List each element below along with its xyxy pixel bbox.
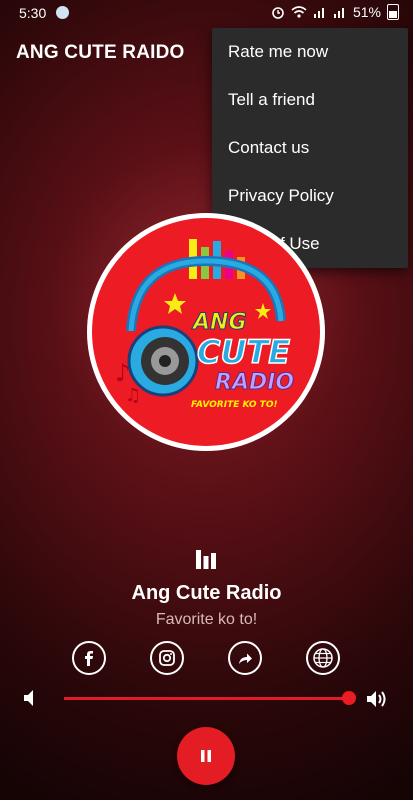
alarm-icon bbox=[272, 7, 284, 19]
globe-icon bbox=[313, 648, 333, 668]
wifi-icon bbox=[291, 6, 307, 18]
pause-button[interactable] bbox=[177, 727, 235, 785]
logo-text-radio: RADIO bbox=[215, 370, 294, 395]
signal-icon-2 bbox=[333, 8, 344, 18]
instagram-button[interactable] bbox=[150, 641, 184, 675]
pause-icon bbox=[201, 750, 211, 762]
battery-icon bbox=[387, 4, 399, 20]
logo-text-ang: ANG bbox=[191, 310, 247, 335]
share-button[interactable] bbox=[228, 641, 262, 675]
website-button[interactable] bbox=[306, 641, 340, 675]
notification-app-icon bbox=[56, 6, 69, 19]
signal-icon bbox=[313, 8, 324, 18]
facebook-button[interactable] bbox=[72, 641, 106, 675]
app-title: ANG CUTE RAIDO bbox=[16, 42, 185, 63]
station-logo: ♪ ♫ ANG CUTE RADIO FAVORITE KO TO! bbox=[85, 211, 327, 453]
volume-track[interactable] bbox=[64, 697, 349, 700]
menu-item-tell-friend[interactable]: Tell a friend bbox=[212, 76, 408, 124]
volume-fill bbox=[64, 697, 349, 700]
logo-text-cute: CUTE bbox=[197, 333, 290, 371]
equalizer-icon bbox=[196, 550, 216, 569]
svg-text:♫: ♫ bbox=[125, 385, 141, 406]
status-time: 5:30 bbox=[19, 5, 47, 21]
volume-low-icon[interactable] bbox=[22, 688, 40, 708]
logo-slogan: FAVORITE KO TO! bbox=[191, 400, 278, 410]
facebook-icon bbox=[85, 651, 93, 666]
volume-high-icon[interactable] bbox=[366, 688, 392, 710]
menu-item-rate[interactable]: Rate me now bbox=[212, 28, 408, 76]
battery-percent: 51% bbox=[352, 4, 381, 20]
station-tagline: Favorite ko to! bbox=[155, 611, 258, 628]
share-icon bbox=[239, 653, 252, 664]
volume-thumb[interactable] bbox=[342, 691, 356, 705]
station-name: Ang Cute Radio bbox=[131, 582, 282, 604]
instagram-icon bbox=[159, 650, 175, 666]
status-bar: 5:30 51% bbox=[0, 0, 413, 26]
menu-item-contact[interactable]: Contact us bbox=[212, 124, 408, 172]
svg-text:♪: ♪ bbox=[115, 359, 130, 387]
